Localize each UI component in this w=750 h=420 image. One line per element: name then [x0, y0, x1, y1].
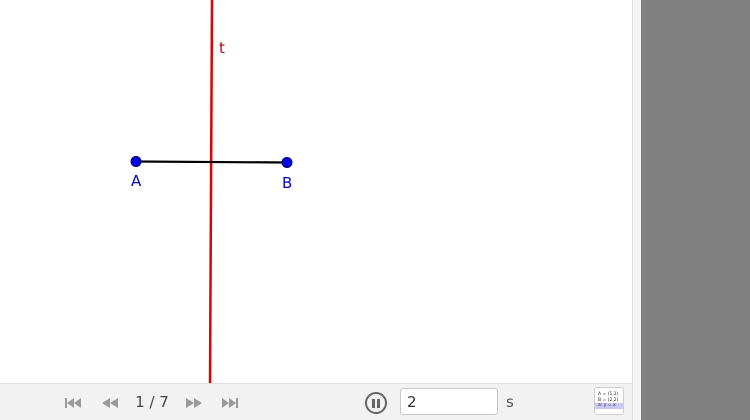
next-step-button[interactable]: [183, 393, 205, 413]
interval-unit-label: s: [506, 393, 514, 411]
step-counter: 1 / 7: [135, 393, 169, 411]
panel-gutter: [633, 0, 641, 420]
line-label-t: t: [219, 39, 225, 57]
pause-icon: [371, 398, 381, 408]
fast-forward-icon: [186, 398, 202, 408]
skip-to-first-icon: [65, 398, 81, 408]
algebra-view-button[interactable]: A = (1,1) B = (2,2) a: y = x: [594, 387, 624, 415]
point-a-label: A: [131, 172, 142, 190]
construction-canvas[interactable]: t A B: [0, 0, 632, 383]
rewind-icon: [102, 398, 118, 408]
perpendicular-bisector-line-t[interactable]: [208, 0, 214, 383]
first-step-button[interactable]: [62, 393, 84, 413]
playback-interval-input[interactable]: [400, 388, 498, 415]
algebra-icon-row: a: y = x: [595, 403, 623, 409]
skip-to-last-icon: [222, 398, 238, 408]
point-a[interactable]: [130, 156, 142, 167]
point-b-label: B: [282, 174, 292, 192]
algebra-view-icon: A = (1,1) B = (2,2) a: y = x: [595, 388, 623, 409]
graphics-view[interactable]: t A B: [0, 0, 632, 383]
play-pause-button[interactable]: [365, 392, 387, 414]
side-panel: [641, 0, 750, 420]
segment-ab[interactable]: [135, 160, 288, 164]
previous-step-button[interactable]: [99, 393, 121, 413]
point-b[interactable]: [281, 157, 293, 168]
construction-protocol-navigation-bar: 1 / 7 s A = (1,1) B = (2,2) a: y = x: [0, 383, 632, 420]
last-step-button[interactable]: [219, 393, 241, 413]
